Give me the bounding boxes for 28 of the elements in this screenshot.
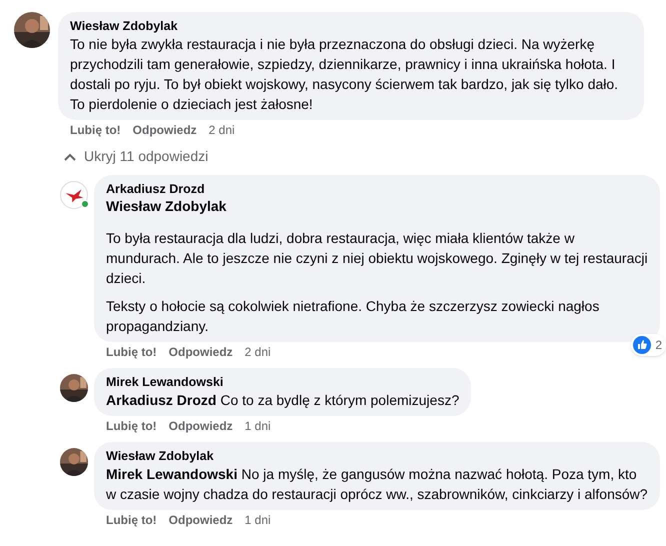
comment-text: To nie była zwykła restauracja i nie była przeznaczona do obsługi dzieci. Na wyżerkę przychodzili tam generałowie, szpiedzy, dziennikarze, prawnicy i inna ukraińska hołota. I dostali po ryju. To był obiekt wojskowy, nasycony ścierwem tak bardzo, jak się tylko dało. To pierdolenie o dzieciach jest żałosne! [70,35,620,114]
comment-author[interactable]: Wiesław Zdobylak [70,18,632,34]
comment-time: 2 dni [208,122,235,138]
comment-author[interactable]: Mirek Lewandowski [106,374,460,390]
like-link[interactable]: Lubię to! [106,344,157,360]
reply-link[interactable]: Odpowiedz [132,122,197,138]
bird-logo-icon[interactable] [60,181,88,209]
like-link[interactable]: Lubię to! [70,122,121,138]
like-link[interactable]: Lubię to! [106,418,157,434]
comment-time: 2 dni [244,344,271,360]
comment-time: 1 dni [244,512,271,528]
comment-text: To była restauracja dla ludzi, dobra restauracja, więc miała klientów także w mundurach. Ale to jeszcze nie czyni z niej obiektu wojskowego. Zginęły w tej restauracji dzieci. [106,229,648,288]
reaction-badge[interactable]: 2 [631,334,666,356]
like-link[interactable]: Lubię to! [106,512,157,528]
comment-time: 1 dni [244,418,271,434]
chevron-icon [64,152,76,160]
reply-link[interactable]: Odpowiedz [168,512,233,528]
comment-author[interactable]: Wiesław Zdobylak [106,448,648,464]
reply-link[interactable]: Odpowiedz [168,418,233,434]
comment-text: Arkadiusz Drozd Co to za bydlę z którym polemizujesz? [106,391,460,410]
thumbs-up-icon [633,336,652,354]
comment-author[interactable]: Arkadiusz Drozd [106,181,648,197]
comment-text: Teksty o hołocie są cokolwiek nietrafione. Chyba że szczerzysz zowiecki nagłos propagandziany. [106,297,600,336]
hide-replies-button[interactable]: Ukryj 11 odpowiedzi [64,146,208,167]
comment-text: Mirek Lewandowski No ja myślę, że gangusów można nazwać hołotą. Poza tym, kto w czasie wojny chadza do restauracji oprócz ww., szabrowników, cinkciarzy i alfonsów? [106,465,648,504]
reaction-count: 2 [655,337,662,354]
mention-link[interactable]: Wiesław Zdobylak [106,197,648,216]
reply-link[interactable]: Odpowiedz [168,344,233,360]
